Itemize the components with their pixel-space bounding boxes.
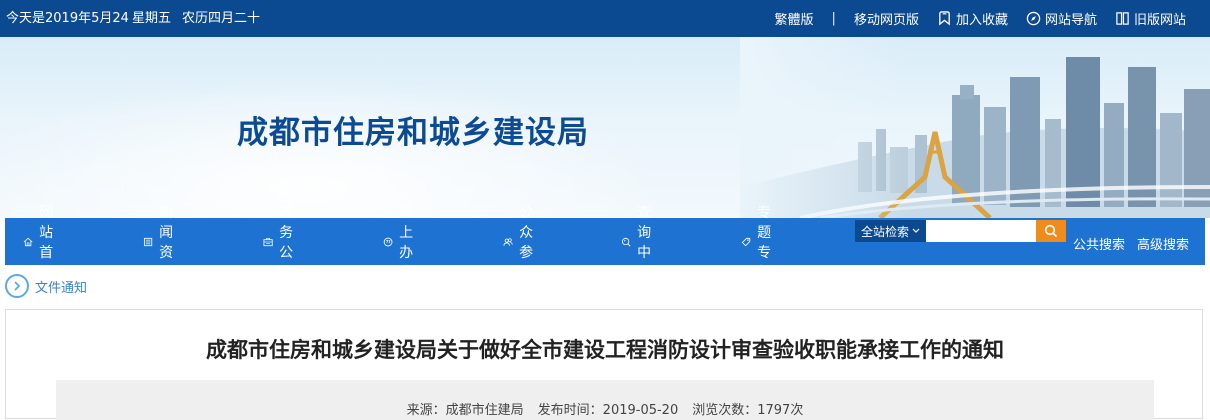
breadcrumb: 文件通知 <box>5 272 87 300</box>
nav-item-label: 查询中心 <box>637 204 652 281</box>
lunar-date-text: 农历四月二十 <box>182 11 261 26</box>
site-title: 成都市住房和城乡建设局 <box>237 115 589 151</box>
search-button[interactable] <box>1036 220 1066 242</box>
nav-item-query-center[interactable]: 查询中心 <box>621 205 663 281</box>
chevron-down-icon <box>912 228 920 233</box>
nav-item-label: 新闻资讯 <box>159 204 174 281</box>
service-icon <box>383 237 393 246</box>
traditional-chinese-link[interactable]: 繁體版 <box>775 9 814 28</box>
nav-item-special-topics[interactable]: 专题专栏 <box>741 205 783 281</box>
news-icon <box>143 237 153 246</box>
main-nav: 网站首页 新闻资讯 政务公开 网上办事 公众参与 查询中心 专题专栏 全站检索 <box>5 205 1205 281</box>
old-site-label: 旧版网站 <box>1133 13 1186 28</box>
nav-item-participation[interactable]: 公众参与 <box>503 205 545 281</box>
compass-icon <box>1026 11 1041 26</box>
search-circle-icon <box>621 237 631 246</box>
article-publish-date: 发布时间：2019-05-20 <box>537 403 679 418</box>
people-icon <box>503 237 513 246</box>
article-title: 成都市住房和城乡建设局关于做好全市建设工程消防设计审查验收职能承接工作的通知 <box>206 338 1004 362</box>
nav-item-label: 公众参与 <box>519 204 534 281</box>
breadcrumb-link[interactable]: 文件通知 <box>35 277 87 296</box>
top-bar: 今天是2019年5月24日 星期五 农历四月二十 繁體版 | 移动网页版 加入收… <box>0 0 1210 63</box>
search-scope-select[interactable]: 全站检索 <box>855 220 926 242</box>
mobile-version-link[interactable]: 移动网页版 <box>854 9 919 28</box>
nav-item-news[interactable]: 新闻资讯 <box>143 205 185 281</box>
search-input[interactable] <box>926 220 1036 242</box>
nav-item-home[interactable]: 网站首页 <box>23 205 65 281</box>
old-site-icon <box>1116 12 1129 25</box>
bookmark-icon <box>939 11 950 26</box>
nav-item-label: 专题专栏 <box>757 204 772 281</box>
public-search-link[interactable]: 公共搜索 <box>1073 234 1125 253</box>
header-banner: 成都市住房和城乡建设局 <box>0 37 1210 218</box>
search-scope-label: 全站检索 <box>860 224 909 239</box>
nav-item-label: 网站首页 <box>39 204 54 281</box>
advanced-search-link[interactable]: 高级搜索 <box>1137 234 1189 253</box>
search-icon <box>1044 224 1058 238</box>
article-source: 来源：成都市住建局 <box>406 403 524 418</box>
chevron-right-icon <box>5 274 29 298</box>
date-text: 今天是2019年5月24日 <box>6 11 129 63</box>
tag-icon <box>741 237 751 246</box>
site-navigation-link[interactable]: 网站导航 <box>1026 9 1097 28</box>
article-meta: 来源：成都市住建局 发布时间：2019-05-20 浏览次数：1797次 <box>56 380 1154 420</box>
topbar-divider: | <box>831 11 836 26</box>
nav-item-label: 网上办事 <box>399 204 414 281</box>
article-view-count: 浏览次数：1797次 <box>692 403 804 418</box>
home-icon <box>23 237 33 246</box>
nav-item-label: 政务公开 <box>279 204 294 281</box>
old-site-link[interactable]: 旧版网站 <box>1115 9 1186 28</box>
weekday-text: 星期五 <box>132 11 172 26</box>
city-skyline-illustration <box>740 37 1210 218</box>
article-panel: 成都市住房和城乡建设局关于做好全市建设工程消防设计审查验收职能承接工作的通知 来… <box>5 309 1203 420</box>
nav-item-online-service[interactable]: 网上办事 <box>383 205 425 281</box>
site-navigation-label: 网站导航 <box>1044 13 1097 28</box>
add-favorite-link[interactable]: 加入收藏 <box>937 9 1008 28</box>
add-favorite-label: 加入收藏 <box>955 13 1008 28</box>
briefcase-icon <box>263 237 273 246</box>
nav-item-government[interactable]: 政务公开 <box>263 205 305 281</box>
